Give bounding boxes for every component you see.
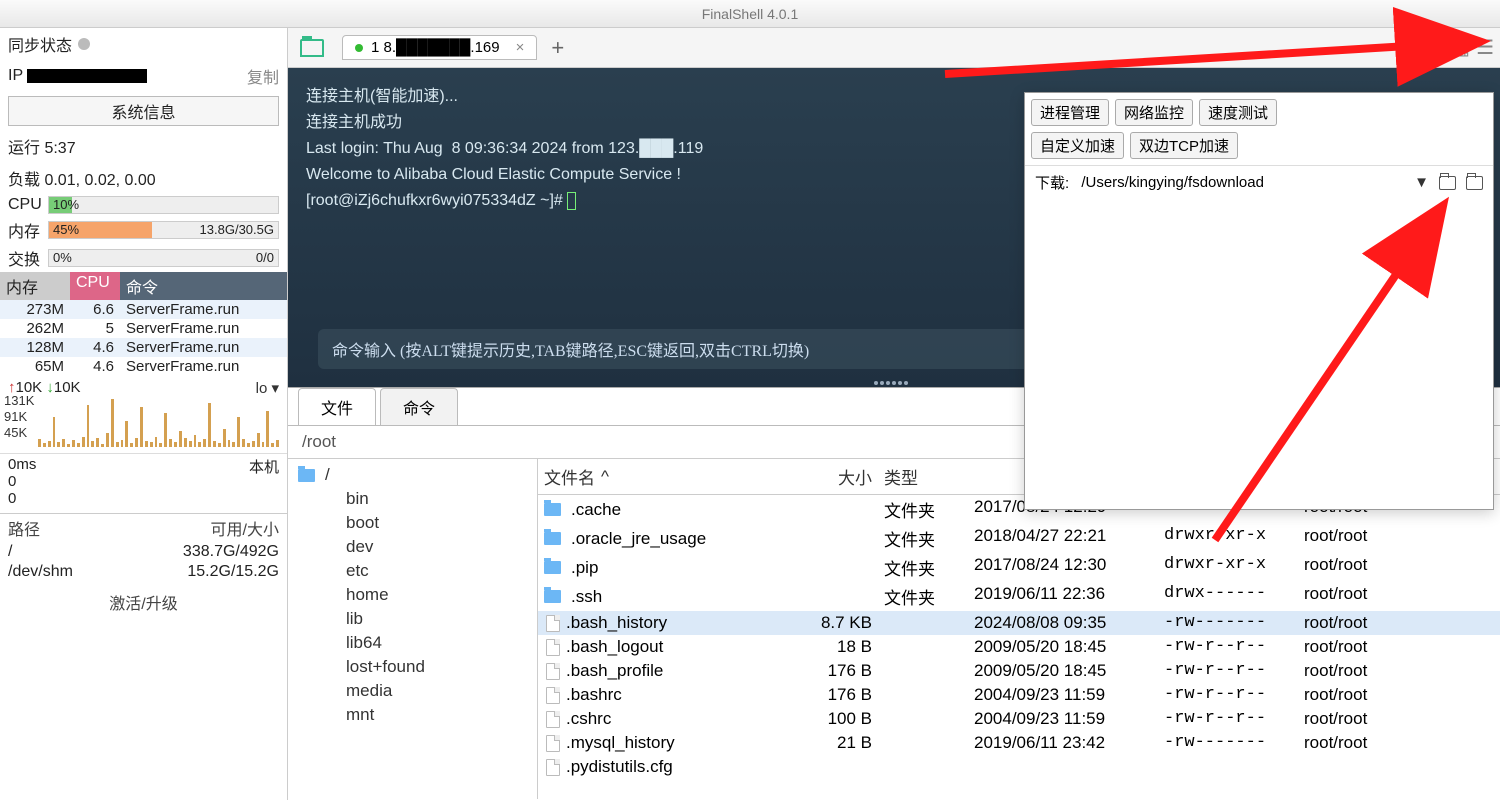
tree-item[interactable]: mnt bbox=[288, 703, 537, 727]
close-tab-icon[interactable]: × bbox=[516, 39, 525, 56]
folder-icon bbox=[298, 469, 315, 482]
ip-row: IP复制 bbox=[0, 60, 287, 92]
process-row[interactable]: 128M4.6ServerFrame.run bbox=[0, 338, 287, 357]
gripper-icon[interactable] bbox=[874, 381, 914, 385]
panel-button[interactable]: 双边TCP加速 bbox=[1130, 132, 1238, 159]
sync-status: 同步状态 bbox=[0, 28, 287, 60]
panel-button[interactable]: 速度测试 bbox=[1199, 99, 1277, 126]
tree-root[interactable]: / bbox=[288, 463, 537, 487]
process-row[interactable]: 273M6.6ServerFrame.run bbox=[0, 300, 287, 319]
dir-tree[interactable]: / binbootdevetchomeliblib64lost+foundmed… bbox=[288, 459, 538, 799]
tree-item[interactable]: lost+found bbox=[288, 655, 537, 679]
download-path: 下载: /Users/kingying/fsdownload ▼ bbox=[1025, 165, 1493, 199]
folder-icon bbox=[544, 532, 561, 545]
mem-metric: 内存45%13.8G/30.5G bbox=[0, 216, 287, 244]
cpu-metric: CPU10% bbox=[0, 194, 287, 216]
tools-panel: 进程管理网络监控速度测试 自定义加速双边TCP加速 下载: /Users/kin… bbox=[1024, 92, 1494, 510]
dropdown-icon[interactable]: ▼ bbox=[1414, 174, 1429, 191]
download-icon: ↓ bbox=[46, 379, 54, 396]
ip-redacted bbox=[27, 69, 147, 83]
file-icon bbox=[546, 639, 560, 656]
file-row[interactable]: .bash_history8.7 KB2024/08/08 09:35-rw--… bbox=[538, 611, 1500, 635]
file-row[interactable]: .mysql_history21 B2019/06/11 23:42-rw---… bbox=[538, 731, 1500, 755]
uptime: 运行 5:37 bbox=[0, 130, 287, 162]
folder-icon bbox=[544, 561, 561, 574]
tree-item[interactable]: home bbox=[288, 583, 537, 607]
menu-icon[interactable]: ☰ bbox=[1476, 35, 1494, 60]
load: 负载 0.01, 0.02, 0.00 bbox=[0, 162, 287, 194]
file-row[interactable]: .pip文件夹2017/08/24 12:30drwxr-xr-xroot/ro… bbox=[538, 553, 1500, 582]
titlebar: FinalShell 4.0.1 bbox=[0, 0, 1500, 28]
file-icon bbox=[546, 711, 560, 728]
tree-item[interactable]: lib bbox=[288, 607, 537, 631]
process-row[interactable]: 262M5ServerFrame.run bbox=[0, 319, 287, 338]
tree-item[interactable]: media bbox=[288, 679, 537, 703]
file-icon bbox=[546, 663, 560, 680]
swap-metric: 交换0%0/0 bbox=[0, 244, 287, 272]
sidebar: 同步状态 IP复制 系统信息 运行 5:37 负载 0.01, 0.02, 0.… bbox=[0, 28, 288, 800]
connected-dot-icon bbox=[355, 44, 363, 52]
file-row[interactable]: .bashrc176 B2004/09/23 11:59-rw-r--r--ro… bbox=[538, 683, 1500, 707]
open-folder-icon[interactable] bbox=[1439, 176, 1456, 190]
file-icon bbox=[546, 615, 560, 632]
panel-button[interactable]: 自定义加速 bbox=[1031, 132, 1124, 159]
file-icon bbox=[546, 759, 560, 776]
file-row[interactable]: .oracle_jre_usage文件夹2018/04/27 22:21drwx… bbox=[538, 524, 1500, 553]
tree-item[interactable]: dev bbox=[288, 535, 537, 559]
copy-button[interactable]: 复制 bbox=[247, 64, 279, 88]
status-dot-icon bbox=[78, 38, 90, 50]
latency: 0ms本机00 bbox=[0, 453, 287, 509]
file-row[interactable]: .pydistutils.cfg bbox=[538, 755, 1500, 779]
tree-item[interactable]: lib64 bbox=[288, 631, 537, 655]
activate-button[interactable]: 激活/升级 bbox=[0, 582, 287, 622]
download-list bbox=[1025, 199, 1493, 509]
panel-button[interactable]: 进程管理 bbox=[1031, 99, 1109, 126]
file-row[interactable]: .bash_profile176 B2009/05/20 18:45-rw-r-… bbox=[538, 659, 1500, 683]
disk-row: /dev/shm15.2G/15.2G bbox=[0, 562, 287, 582]
net-stats: ↑10K ↓10Klo ▾ bbox=[0, 376, 287, 399]
tree-item[interactable]: bin bbox=[288, 487, 537, 511]
folder-icon bbox=[544, 503, 561, 516]
file-row[interactable]: .bash_logout18 B2009/05/20 18:45-rw-r--r… bbox=[538, 635, 1500, 659]
sysinfo-button[interactable]: 系统信息 bbox=[8, 96, 279, 126]
tab-commands[interactable]: 命令 bbox=[380, 388, 458, 425]
connection-tab[interactable]: 1 8.███████.169× bbox=[342, 35, 537, 60]
sort-icon[interactable]: ^ bbox=[601, 467, 609, 487]
file-icon bbox=[546, 687, 560, 704]
tab-strip: 1 8.███████.169× + ▦☰ bbox=[288, 28, 1500, 68]
file-row[interactable]: .cshrc100 B2004/09/23 11:59-rw-r--r--roo… bbox=[538, 707, 1500, 731]
panel-button[interactable]: 网络监控 bbox=[1115, 99, 1193, 126]
process-row[interactable]: 65M4.6ServerFrame.run bbox=[0, 357, 287, 376]
disk-header: 路径可用/大小 bbox=[0, 513, 287, 542]
grid-view-icon[interactable]: ▦ bbox=[1451, 35, 1470, 60]
file-icon bbox=[546, 735, 560, 752]
traffic-graph: 131K91K45K bbox=[0, 399, 287, 447]
folder-icon bbox=[544, 590, 561, 603]
cursor-icon bbox=[567, 192, 576, 210]
tree-item[interactable]: etc bbox=[288, 559, 537, 583]
open-folder-icon[interactable] bbox=[300, 39, 324, 57]
file-list: 文件名 ^ 大小类型 .cache文件夹2017/08/24 12:29drwx… bbox=[538, 459, 1500, 799]
disk-row: /338.7G/492G bbox=[0, 542, 287, 562]
file-row[interactable]: .ssh文件夹2019/06/11 22:36drwx------root/ro… bbox=[538, 582, 1500, 611]
process-header: 内存CPU命令 bbox=[0, 272, 287, 300]
tree-item[interactable]: boot bbox=[288, 511, 537, 535]
add-tab-button[interactable]: + bbox=[551, 35, 564, 61]
folder-icon[interactable] bbox=[1466, 176, 1483, 190]
tab-files[interactable]: 文件 bbox=[298, 388, 376, 425]
